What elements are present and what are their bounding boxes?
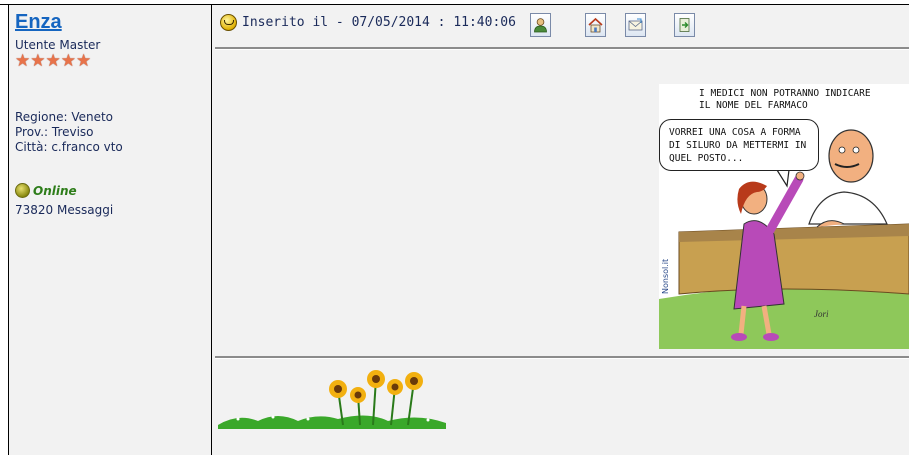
rank-stars: ★ ★ ★ ★ ★ (15, 52, 91, 70)
profile-button[interactable] (530, 13, 551, 37)
cartoon-image: Jori I MEDICI NON POTRANNO INDICARE IL N… (659, 84, 909, 349)
author-region: Regione: Veneto (15, 110, 114, 124)
svg-text:Jori: Jori (814, 309, 829, 319)
author-name-link[interactable]: Enza (15, 11, 62, 34)
email-icon (628, 18, 643, 31)
signature-separator (215, 356, 909, 359)
author-province: Prov.: Treviso (15, 125, 94, 139)
online-status: Online (15, 183, 77, 198)
bubble-line: DI SILURO DA METTERMI IN (669, 140, 807, 151)
author-sidebar: Enza Utente Master ★ ★ ★ ★ ★ Regione: Ve… (9, 5, 211, 455)
bubble-line: VORREI UNA COSA A FORMA (669, 127, 801, 138)
post-header: Inserito il - 07/05/2014 : 11:40:06 (220, 14, 516, 31)
profile-icon (534, 18, 547, 33)
star-icon: ★ (15, 51, 31, 71)
post-date: Inserito il - 07/05/2014 : 11:40:06 (242, 15, 516, 30)
header-separator (215, 47, 909, 50)
email-button[interactable] (625, 13, 646, 37)
caption-line: IL NOME DEL FARMACO (699, 100, 808, 111)
speech-bubble-text: VORREI UNA COSA A FORMA DI SILURO DA MET… (669, 126, 806, 165)
reply-icon (679, 18, 690, 32)
online-dot-icon (15, 183, 30, 198)
forum-post: Enza Utente Master ★ ★ ★ ★ ★ Regione: Ve… (0, 0, 909, 455)
homepage-button[interactable] (585, 13, 606, 37)
reply-button[interactable] (674, 13, 695, 37)
author-rank: Utente Master (15, 38, 101, 52)
star-icon: ★ (60, 51, 76, 71)
cartoon-watermark: Nonsol.it (661, 258, 670, 294)
message-count: 73820 Messaggi (15, 203, 114, 217)
online-label: Online (33, 183, 77, 198)
bubble-line: QUEL POSTO... (669, 153, 744, 164)
home-icon (588, 17, 603, 33)
star-icon: ★ (45, 51, 61, 71)
author-city: Città: c.franco vto (15, 140, 123, 154)
cartoon-caption: I MEDICI NON POTRANNO INDICARE IL NOME D… (699, 88, 871, 112)
sunflowers-signature-image (218, 370, 446, 429)
star-icon: ★ (30, 51, 46, 71)
post-body: Inserito il - 07/05/2014 : 11:40:06 Jori… (212, 5, 909, 455)
caption-line: I MEDICI NON POTRANNO INDICARE (699, 88, 871, 99)
star-icon: ★ (76, 51, 92, 71)
smiley-icon (220, 14, 237, 31)
